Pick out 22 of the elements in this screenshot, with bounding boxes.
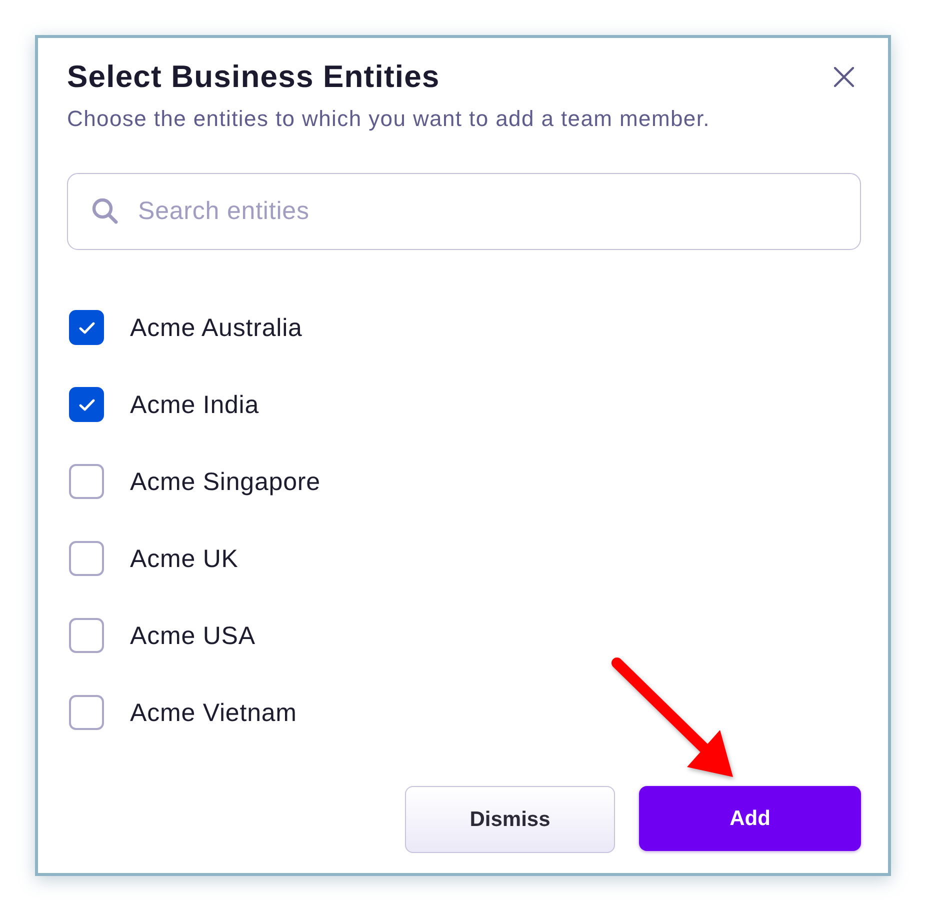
dismiss-button[interactable]: Dismiss bbox=[405, 786, 615, 853]
dialog-subtitle: Choose the entities to which you want to add a team member. bbox=[67, 106, 711, 132]
entity-label[interactable]: Acme Singapore bbox=[130, 466, 320, 496]
checkbox[interactable] bbox=[69, 541, 104, 576]
checkbox[interactable] bbox=[69, 618, 104, 653]
entity-label[interactable]: Acme Australia bbox=[130, 312, 302, 342]
dialog-title: Select Business Entities bbox=[67, 60, 440, 94]
search-field[interactable]: Search entities bbox=[67, 173, 861, 250]
close-icon bbox=[834, 67, 854, 87]
add-button[interactable]: Add bbox=[639, 786, 861, 851]
checkbox[interactable] bbox=[69, 310, 104, 345]
entity-label[interactable]: Acme UK bbox=[130, 544, 238, 574]
checkbox[interactable] bbox=[69, 387, 104, 422]
close-button[interactable] bbox=[834, 67, 854, 87]
entity-label[interactable]: Acme USA bbox=[130, 620, 256, 650]
entity-label[interactable]: Acme India bbox=[130, 390, 260, 420]
checkbox[interactable] bbox=[69, 695, 104, 730]
search-icon bbox=[92, 198, 118, 224]
checkmark-icon bbox=[78, 322, 94, 334]
checkmark-icon bbox=[78, 398, 94, 410]
entity-label[interactable]: Acme Vietnam bbox=[130, 698, 297, 728]
checkbox[interactable] bbox=[69, 464, 104, 499]
